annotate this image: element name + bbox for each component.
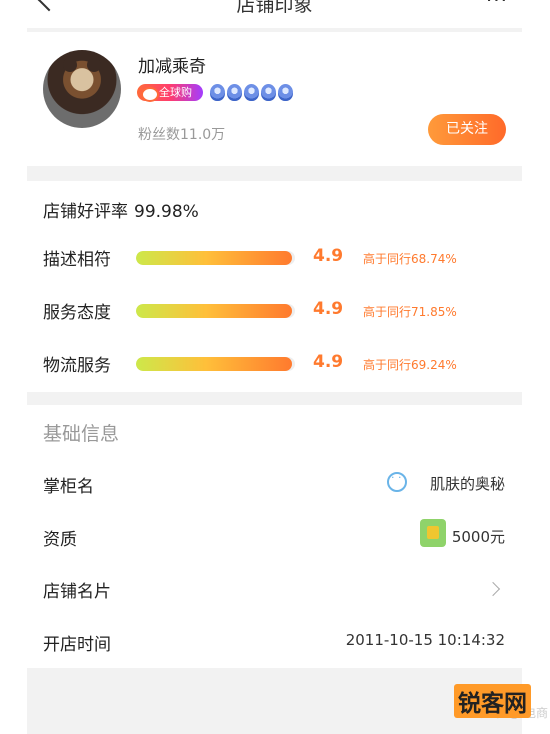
info-row-shop-card[interactable]: 店铺名片	[27, 571, 522, 607]
follow-button[interactable]: 已关注	[428, 114, 506, 145]
rating-bar	[136, 251, 295, 265]
rating-row-description: 描述相符 4.9 高于同行68.74%	[27, 242, 522, 272]
rating-score: 4.9	[313, 299, 344, 319]
nav-bar: 店铺印象 ···	[27, 0, 522, 28]
license-label: 资质	[43, 530, 77, 550]
rating-row-logistics: 物流服务 4.9 高于同行69.24%	[27, 348, 522, 378]
rating-bar-fill	[136, 251, 292, 265]
deposit-icon	[420, 519, 446, 547]
rating-score: 4.9	[313, 246, 344, 266]
fans-count: 粉丝数11.0万	[138, 127, 226, 143]
shop-profile-card: 加减乘奇 全球购 粉丝数11.0万 已关注	[27, 32, 522, 166]
rating-bar-fill	[136, 304, 292, 318]
owner-value: 肌肤的奥秘	[429, 475, 505, 493]
rating-label: 服务态度	[43, 303, 111, 323]
rating-label: 物流服务	[43, 356, 111, 376]
info-row-owner[interactable]: 掌柜名 肌肤的奥秘	[27, 466, 522, 502]
site-watermark: 锐客网	[454, 684, 531, 718]
opened-label: 开店时间	[43, 635, 111, 655]
owner-label: 掌柜名	[43, 477, 94, 497]
bottom-blank-area	[27, 668, 522, 734]
chevron-right-icon	[485, 581, 501, 597]
opened-value: 2011-10-15 10:14:32	[345, 631, 505, 649]
crown-icon	[244, 84, 259, 101]
rating-row-service: 服务态度 4.9 高于同行71.85%	[27, 295, 522, 325]
license-value: 5000元	[451, 528, 505, 546]
section-title: 基础信息	[43, 423, 120, 445]
rating-compare: 高于同行68.74%	[363, 252, 457, 266]
crown-icon	[227, 84, 242, 101]
shop-impression-page: 店铺印象 ··· 加减乘奇 全球购 粉丝数11.0万 已关注 店铺好评率 99.9…	[27, 0, 522, 734]
more-options-icon[interactable]: ···	[486, 0, 508, 12]
ratings-card: 店铺好评率 99.98% 描述相符 4.9 高于同行68.74% 服务态度 4.9…	[27, 181, 522, 392]
praise-rate: 店铺好评率 99.98%	[43, 197, 199, 222]
global-buy-badge: 全球购	[137, 84, 203, 102]
crown-icon	[261, 84, 276, 101]
rating-label: 描述相符	[43, 250, 111, 270]
rating-compare: 高于同行71.85%	[363, 305, 457, 319]
rating-bar	[136, 304, 295, 318]
page-title: 店铺印象	[236, 0, 313, 16]
rating-bar-fill	[136, 357, 292, 371]
praise-rate-label: 店铺好评率	[43, 202, 128, 222]
shop-card-label: 店铺名片	[43, 582, 111, 602]
basic-info-card: 基础信息 掌柜名 肌肤的奥秘 资质 5000元 店铺名片 开店时间 2011-1…	[27, 405, 522, 668]
crown-icon	[278, 84, 293, 101]
praise-rate-value: 99.98%	[134, 202, 199, 222]
shop-name: 加减乘奇	[138, 57, 206, 77]
crown-rating	[210, 84, 293, 101]
rating-bar	[136, 357, 295, 371]
crown-icon	[210, 84, 225, 101]
info-row-opened: 开店时间 2011-10-15 10:14:32	[27, 624, 522, 660]
rating-score: 4.9	[313, 352, 344, 372]
info-row-license[interactable]: 资质 5000元	[27, 519, 522, 555]
shop-avatar[interactable]	[43, 50, 121, 128]
rating-compare: 高于同行69.24%	[363, 358, 457, 372]
wangwang-chat-icon[interactable]	[387, 471, 407, 492]
